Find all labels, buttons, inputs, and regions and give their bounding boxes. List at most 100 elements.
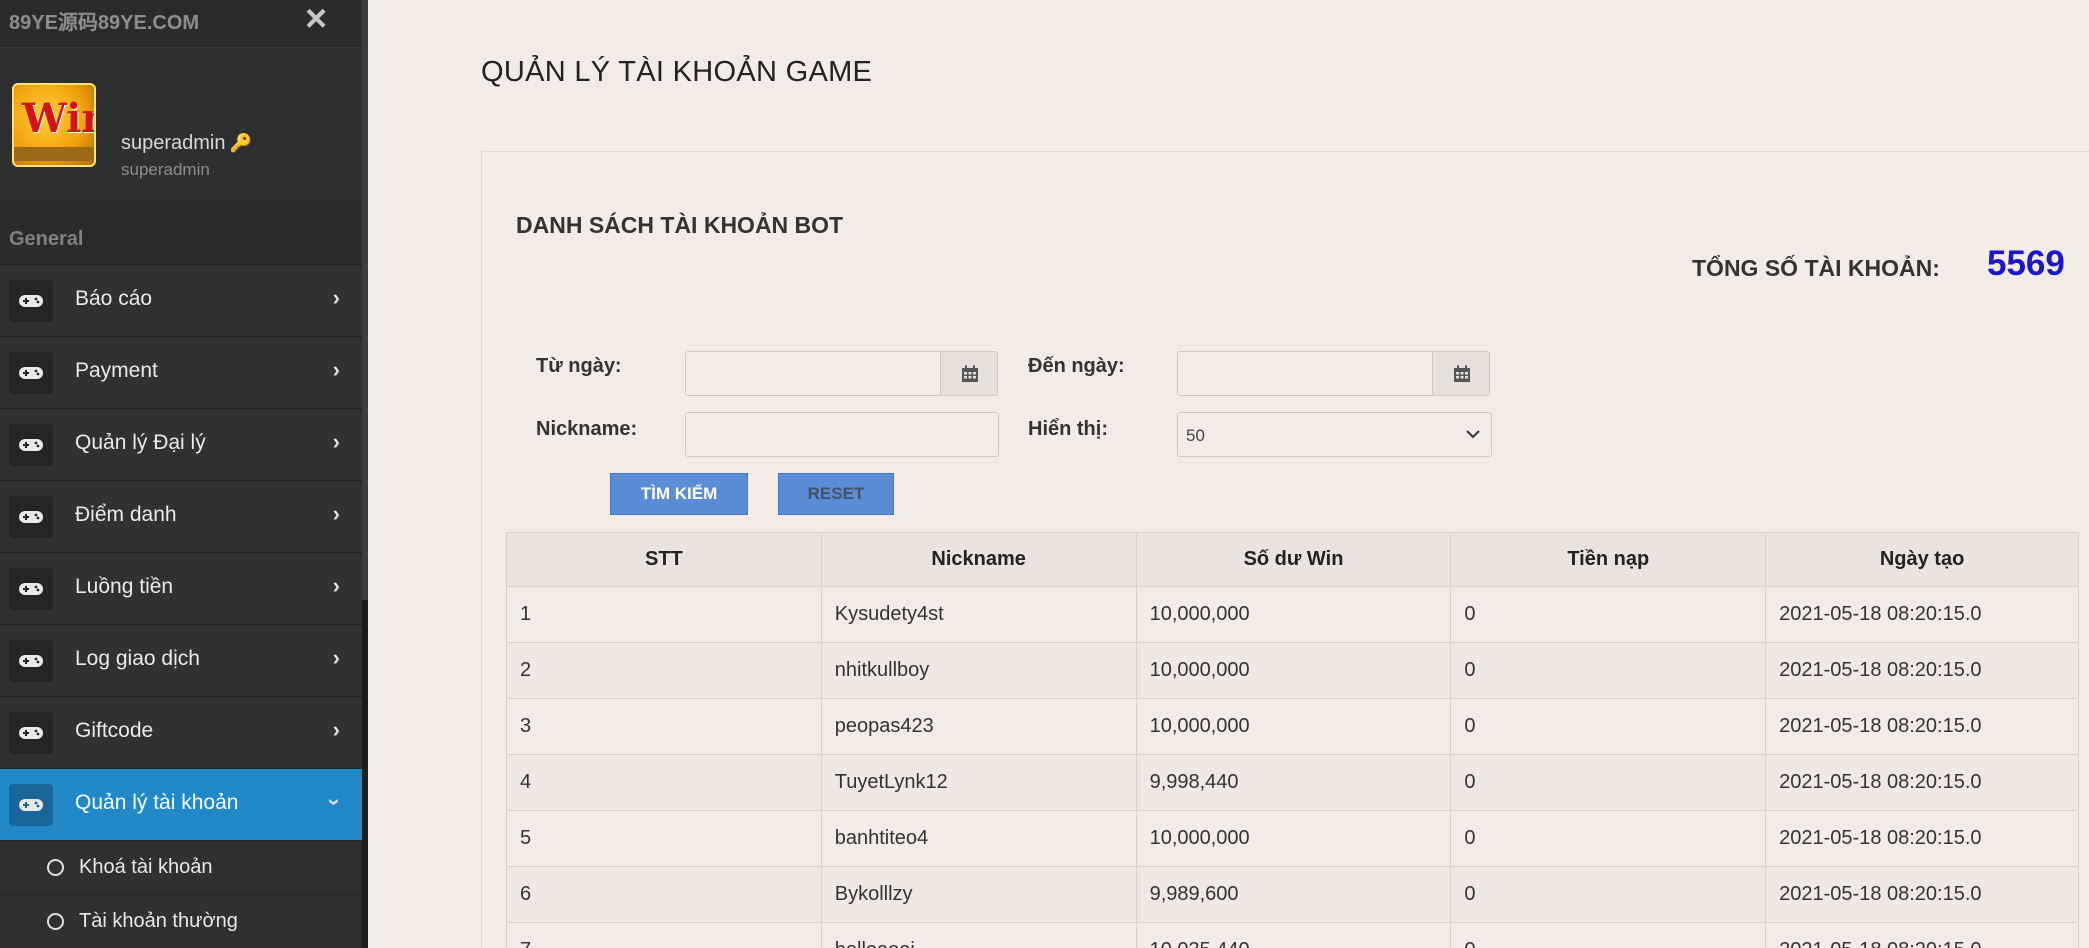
reset-button[interactable]: RESET — [778, 473, 894, 515]
sidebar-item-luong-tien[interactable]: Luồng tiền › — [0, 552, 362, 624]
cell-created-date: 2021-05-18 08:20:15.0 — [1765, 642, 2079, 699]
sidebar-menu: Báo cáo › Payment › Quản lý Đại lý › Điể… — [0, 264, 362, 948]
cell-stt: 3 — [506, 698, 822, 755]
gamepad-icon — [9, 568, 53, 610]
user-name: superadmin 🔑 — [121, 132, 252, 154]
table-row[interactable]: 6 Bykolllzy 9,989,600 0 2021-05-18 08:20… — [506, 866, 2079, 923]
sidebar-item-payment[interactable]: Payment › — [0, 336, 362, 408]
from-date-input[interactable] — [686, 352, 940, 395]
circle-icon — [47, 859, 64, 876]
gamepad-icon — [9, 352, 53, 394]
to-date-label: Đến ngày: — [1028, 355, 1125, 377]
table-row[interactable]: 7 helloaoei 10,035,440 0 2021-05-18 08:2… — [506, 922, 2079, 948]
cell-stt: 2 — [506, 642, 822, 699]
table-row[interactable]: 1 Kysudety4st 10,000,000 0 2021-05-18 08… — [506, 586, 2079, 643]
column-header-balance[interactable]: Số dư Win — [1135, 532, 1452, 587]
to-date-field[interactable] — [1177, 351, 1433, 396]
gamepad-icon — [9, 712, 53, 754]
cell-created-date: 2021-05-18 08:20:15.0 — [1765, 698, 2079, 755]
chevron-right-icon: › — [332, 645, 340, 670]
sidebar-item-label: Quản lý tài khoản — [75, 791, 239, 814]
display-count-label: Hiển thị: — [1028, 418, 1108, 440]
calendar-icon — [1454, 365, 1470, 382]
from-date-label: Từ ngày: — [536, 355, 622, 377]
chevron-right-icon: › — [332, 501, 340, 526]
sidebar-item-label: Luồng tiền — [75, 575, 174, 598]
cell-deposit: 0 — [1450, 642, 1767, 699]
circle-icon — [47, 913, 64, 930]
cell-balance: 10,035,440 — [1135, 922, 1452, 948]
main-content: QUẢN LÝ TÀI KHOẢN GAME DANH SÁCH TÀI KHO… — [368, 0, 2089, 948]
table-row[interactable]: 5 banhtiteo4 10,000,000 0 2021-05-18 08:… — [506, 810, 2079, 867]
table-row[interactable]: 2 nhitkullboy 10,000,000 0 2021-05-18 08… — [506, 642, 2079, 699]
search-button[interactable]: TÌM KIẾM — [610, 473, 748, 515]
chevron-right-icon: › — [332, 285, 340, 310]
cell-balance: 10,000,000 — [1135, 698, 1452, 755]
cell-balance: 10,000,000 — [1135, 810, 1452, 867]
column-header-created-date[interactable]: Ngày tạo — [1765, 532, 2079, 587]
chevron-right-icon: › — [332, 357, 340, 382]
cell-created-date: 2021-05-18 08:20:15.0 — [1765, 922, 2079, 948]
cell-stt: 1 — [506, 586, 822, 643]
sidebar-item-bao-cao[interactable]: Báo cáo › — [0, 264, 362, 336]
cell-deposit: 0 — [1450, 810, 1767, 867]
close-icon[interactable]: × — [305, 0, 327, 38]
total-accounts-value: 5569 — [1987, 244, 2065, 283]
table-header-row: STT Nickname Số dư Win Tiền nạp Ngày tạo — [506, 532, 2079, 587]
sidebar-item-log-giao-dich[interactable]: Log giao dịch › — [0, 624, 362, 696]
cell-created-date: 2021-05-18 08:20:15.0 — [1765, 866, 2079, 923]
cell-nickname: nhitkullboy — [820, 642, 1137, 699]
chevron-right-icon: › — [332, 429, 340, 454]
sidebar-topbar: 89YE源码89YE.COM × — [0, 0, 368, 48]
user-profile: Win superadmin🔑 superadmin — [0, 48, 368, 200]
chevron-down-icon: › — [322, 798, 348, 806]
display-count-value: 50 — [1186, 426, 1205, 445]
nickname-label: Nickname: — [536, 418, 638, 440]
sidebar-item-giftcode[interactable]: Giftcode › — [0, 696, 362, 768]
cell-created-date: 2021-05-18 08:20:15.0 — [1765, 810, 2079, 867]
from-date-calendar-button[interactable] — [940, 351, 998, 396]
sidebar-subitem-label: Tài khoản thường — [79, 910, 238, 932]
sidebar-item-label: Giftcode — [75, 719, 154, 742]
from-date-field[interactable] — [685, 351, 941, 396]
cell-deposit: 0 — [1450, 698, 1767, 755]
cell-balance: 9,998,440 — [1135, 754, 1452, 811]
account-list-panel: DANH SÁCH TÀI KHOẢN BOT TỔNG SỐ TÀI KHOẢ… — [481, 151, 2089, 948]
sidebar: 89YE源码89YE.COM × Win superadmin🔑 superad… — [0, 0, 368, 948]
sidebar-subitem-tai-khoan-thuong[interactable]: Tài khoản thường — [0, 894, 362, 948]
table-row[interactable]: 3 peopas423 10,000,000 0 2021-05-18 08:2… — [506, 698, 2079, 755]
sidebar-subitem-label: Khoá tài khoản — [79, 856, 213, 878]
nickname-field[interactable] — [685, 412, 999, 457]
to-date-input[interactable] — [1178, 352, 1432, 395]
cell-deposit: 0 — [1450, 586, 1767, 643]
column-header-nickname[interactable]: Nickname — [820, 532, 1137, 587]
page-title: QUẢN LÝ TÀI KHOẢN GAME — [481, 56, 873, 88]
gamepad-icon — [9, 424, 53, 466]
column-header-deposit[interactable]: Tiền nạp — [1450, 532, 1767, 587]
display-count-select[interactable]: 50 — [1177, 412, 1492, 457]
cell-stt: 6 — [506, 866, 822, 923]
watermark-text: 89YE源码89YE.COM — [9, 12, 200, 34]
to-date-calendar-button[interactable] — [1432, 351, 1490, 396]
sidebar-item-label: Báo cáo — [75, 287, 153, 310]
table-row[interactable]: 4 TuyetLynk12 9,998,440 0 2021-05-18 08:… — [506, 754, 2079, 811]
gamepad-icon — [9, 280, 53, 322]
section-title-general: General — [9, 228, 84, 250]
column-header-stt[interactable]: STT — [506, 532, 822, 587]
sidebar-item-quan-ly-tai-khoan[interactable]: Quản lý tài khoản › — [0, 768, 362, 840]
cell-nickname: Kysudety4st — [820, 586, 1137, 643]
sidebar-item-diem-danh[interactable]: Điểm danh › — [0, 480, 362, 552]
cell-nickname: TuyetLynk12 — [820, 754, 1137, 811]
chevron-right-icon: › — [332, 573, 340, 598]
cell-nickname: peopas423 — [820, 698, 1137, 755]
total-accounts-label: TỔNG SỐ TÀI KHOẢN: — [1692, 255, 1940, 281]
calendar-icon — [962, 365, 978, 382]
cell-balance: 9,989,600 — [1135, 866, 1452, 923]
cell-nickname: banhtiteo4 — [820, 810, 1137, 867]
cell-stt: 5 — [506, 810, 822, 867]
gamepad-icon — [9, 640, 53, 682]
nickname-input[interactable] — [686, 413, 998, 456]
sidebar-item-quan-ly-dai-ly[interactable]: Quản lý Đại lý › — [0, 408, 362, 480]
sidebar-subitem-khoa-tai-khoan[interactable]: Khoá tài khoản — [0, 840, 362, 894]
gamepad-icon — [9, 784, 53, 826]
